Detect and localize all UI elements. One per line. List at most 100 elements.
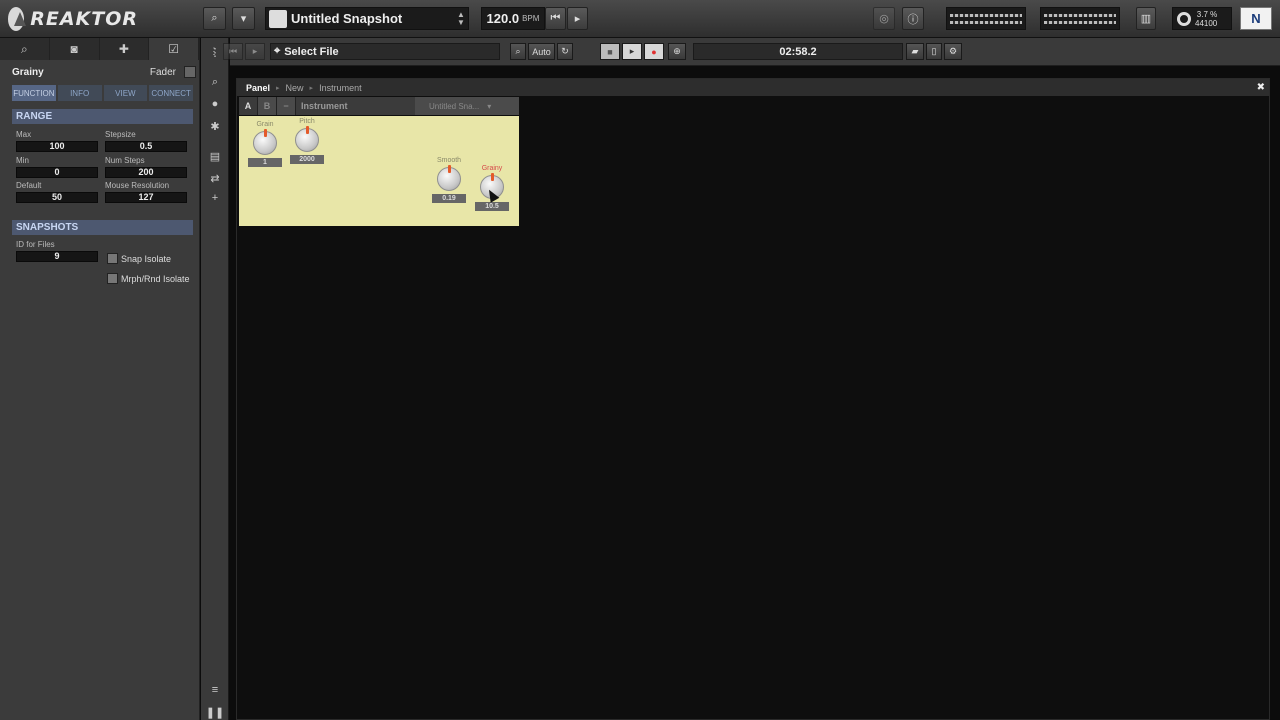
next-icon: ▸ [252, 46, 258, 56]
snap-isolate-checkbox[interactable] [107, 253, 118, 264]
skip-back-icon: ⏮ [550, 12, 561, 24]
breadcrumb-instrument[interactable]: Instrument [319, 83, 362, 93]
default-input[interactable]: 50 [16, 192, 98, 203]
tab-function[interactable]: FUNCTION [12, 85, 56, 101]
add-icon[interactable]: + [206, 190, 224, 206]
knob-control[interactable]: Pitch 2000 [287, 118, 327, 164]
snapshots-section-header[interactable]: SNAPSHOTS [12, 220, 193, 235]
cpu-gauge-icon [1177, 11, 1191, 26]
tab-view[interactable]: VIEW [103, 85, 148, 101]
camera-icon: ◙ [70, 42, 78, 56]
browser-search-button[interactable]: ⌕ [203, 7, 226, 30]
lock-icon[interactable] [184, 66, 196, 78]
numsteps-label: Num Steps [105, 156, 145, 165]
numsteps-field: Num Steps 200 [105, 156, 187, 178]
search-icon: ⌕ [515, 46, 521, 56]
open-file-button[interactable]: ▰ [906, 43, 924, 60]
knob-value[interactable]: 1 [248, 158, 282, 167]
auto-button[interactable]: Auto [528, 43, 555, 60]
sidechain-icon[interactable]: ● [206, 96, 224, 112]
play-button[interactable]: ▸ [622, 43, 642, 60]
meter-bars-button[interactable]: ▥ [1136, 7, 1156, 30]
panelset-a-button[interactable]: A [239, 97, 258, 115]
range-section-header[interactable]: RANGE [12, 109, 193, 124]
knob-icon[interactable] [295, 126, 319, 152]
module-name: Grainy [12, 66, 44, 78]
mrph-isolate-checkbox[interactable] [107, 273, 118, 284]
debug-icon[interactable]: ✱ [206, 118, 224, 134]
knob-control[interactable]: Grain 1 [245, 121, 285, 167]
new-file-button[interactable]: ▯ [926, 43, 942, 60]
instrument-snapshot-select[interactable]: Untitled Sna... ▾ [415, 97, 519, 115]
knob-value[interactable]: 2000 [290, 155, 324, 164]
snapshot-updown-icon[interactable]: ▲ ▼ [454, 10, 468, 27]
tempo-down-button[interactable]: ⏮ [545, 7, 566, 30]
min-input[interactable]: 0 [16, 167, 98, 178]
search-icon: ⌕ [21, 41, 28, 56]
knob-value[interactable]: 0.19 [432, 194, 466, 203]
minus-icon: − [283, 101, 289, 111]
breadcrumb-panel[interactable]: Panel [246, 83, 270, 93]
module-type: Fader [149, 66, 176, 78]
knob-control[interactable]: Smooth 0.19 [429, 157, 469, 203]
midi-button[interactable]: ◎ [873, 7, 895, 30]
file-search-button[interactable]: ⌕ [510, 43, 526, 60]
stop-button[interactable]: ■ [600, 43, 620, 60]
bars-icon: ▥ [1140, 13, 1152, 25]
gear-icon: ⚙ [948, 46, 958, 56]
select-file-field[interactable]: ⌖ Select File [270, 43, 500, 60]
mrph-isolate-row[interactable]: Mrph/Rnd Isolate [107, 273, 190, 284]
cpu-display: 3.7 % 44100 [1172, 7, 1232, 30]
snapshot-icon [269, 9, 287, 28]
snapshot-menu-button[interactable]: ▾ [232, 7, 255, 30]
mouse-resolution-input[interactable]: 127 [105, 192, 187, 203]
chevron-down-icon: ▾ [240, 13, 247, 25]
numsteps-input[interactable]: 200 [105, 167, 187, 178]
zoom-icon[interactable]: ⌕ [206, 74, 224, 90]
id-for-files-input[interactable]: 9 [16, 251, 98, 262]
knob-icon[interactable] [437, 165, 461, 191]
snapshot-selector[interactable]: Untitled Snapshot ▲ ▼ [265, 7, 469, 30]
pause-icon[interactable]: ❚❚ [206, 704, 224, 720]
tab-info[interactable]: INFO [57, 85, 102, 101]
snap-isolate-label: Snap Isolate [121, 253, 172, 264]
tempo-display[interactable]: 120.0 BPM [481, 7, 545, 30]
snapshot-name: Untitled Snapshot [291, 11, 403, 26]
logo-text: REAKTOR [30, 8, 138, 30]
prev-file-button[interactable]: ⏮ [223, 43, 243, 60]
record-button[interactable]: ● [644, 43, 664, 60]
collapse-button[interactable]: − [277, 97, 296, 115]
ni-logo[interactable]: N [1240, 7, 1272, 30]
loop-button[interactable]: ↻ [557, 43, 573, 60]
panel-view-icon[interactable]: ▤ [206, 148, 224, 164]
tab-connect[interactable]: CONNECT [149, 85, 193, 101]
settings-button[interactable]: ⚙ [944, 43, 962, 60]
panelset-b-button[interactable]: B [258, 97, 277, 115]
breadcrumb: Panel ▸ New ▸ Instrument ✖ [237, 79, 1269, 96]
stepsize-input[interactable]: 0.5 [105, 141, 187, 152]
max-input[interactable]: 100 [16, 141, 98, 152]
select-file-label: Select File [284, 45, 339, 58]
knob-value[interactable]: 10.5 [475, 202, 509, 211]
tab-browser[interactable]: ⌕ [0, 38, 50, 60]
loop-icon: ↻ [561, 46, 569, 56]
close-icon[interactable]: ✖ [1257, 82, 1265, 93]
panel-area: Panel ▸ New ▸ Instrument ✖ A B − Instrum… [236, 78, 1270, 720]
snap-isolate-row[interactable]: Snap Isolate [107, 253, 171, 264]
tab-properties[interactable]: ☑ [149, 38, 199, 60]
tab-snapshots[interactable]: ◙ [50, 38, 100, 60]
tempo-up-button[interactable]: ▸ [567, 7, 588, 30]
tab-structure[interactable]: ✚ [100, 38, 150, 60]
breadcrumb-new[interactable]: New [286, 83, 304, 93]
sync-button[interactable]: ⊕ [668, 43, 686, 60]
default-label: Default [16, 181, 42, 190]
info-button[interactable]: ⓘ [902, 7, 924, 30]
puzzle-icon: ✚ [118, 42, 129, 56]
structure-view-icon[interactable]: ⇄ [206, 170, 224, 186]
next-file-button[interactable]: ▸ [245, 43, 265, 60]
menu-icon[interactable]: ≡ [206, 682, 224, 698]
record-icon: ● [651, 46, 657, 57]
stepsize-label: Stepsize [105, 130, 136, 139]
knob-icon[interactable] [253, 129, 277, 155]
toolbar-grip-icon[interactable]: ⋮ [210, 43, 219, 60]
